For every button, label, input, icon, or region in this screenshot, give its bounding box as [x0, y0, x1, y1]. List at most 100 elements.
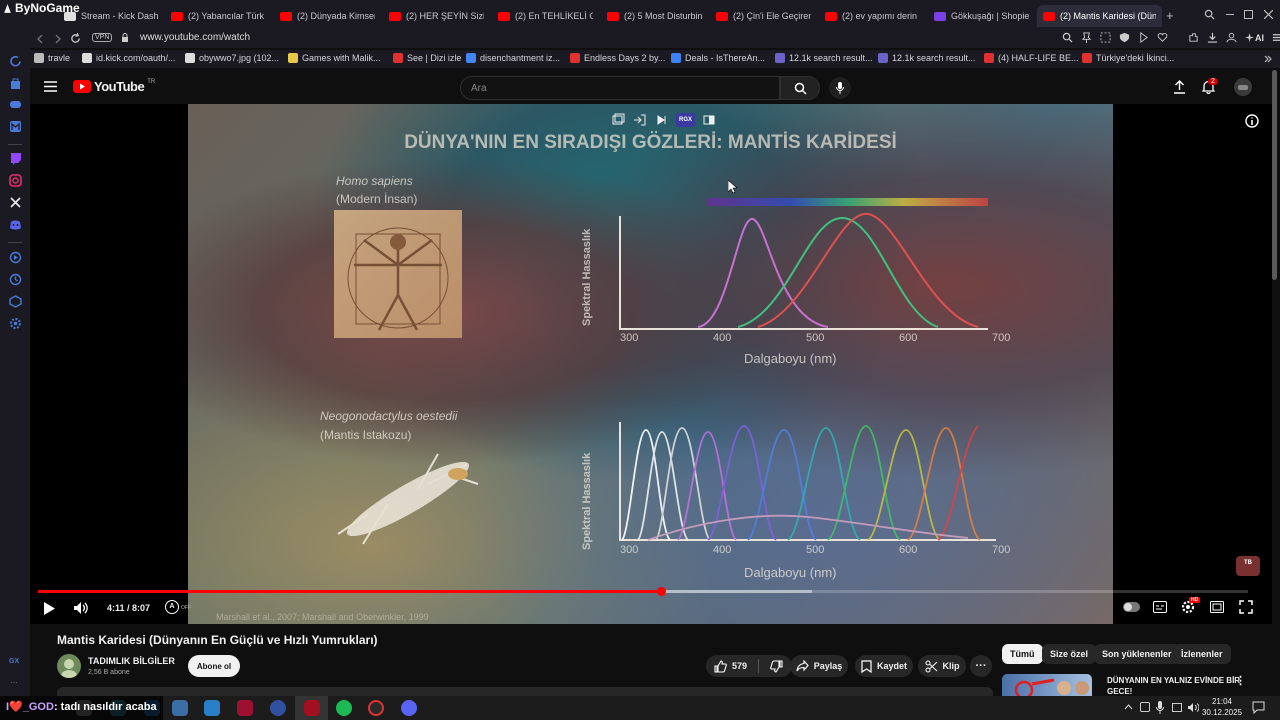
url-field[interactable]: www.youtube.com/watch [140, 32, 250, 43]
ai-toggle[interactable]: A [165, 600, 179, 614]
popout-icon[interactable] [610, 112, 626, 128]
tab[interactable]: (2) Mantis Karidesi (Dünya [1037, 5, 1162, 27]
clip-button[interactable]: Klip [918, 655, 966, 677]
tab[interactable]: (2) Yabancılar Türk K [165, 5, 272, 27]
taskbar-app-icon[interactable] [237, 700, 253, 716]
taskbar-app-icon[interactable] [270, 700, 286, 716]
channel-avatar[interactable] [57, 654, 81, 678]
progress-scrubber[interactable] [657, 587, 667, 596]
menu-icon[interactable] [1272, 32, 1280, 43]
bookmark-item[interactable]: obywwo7.jpg (102... [185, 53, 279, 63]
split-icon[interactable] [701, 112, 717, 128]
game-icon[interactable] [9, 98, 22, 111]
forward-icon[interactable] [54, 35, 62, 43]
bookmarks-more-icon[interactable] [1264, 55, 1272, 63]
tab[interactable]: Stream - Kick Dashboard [58, 5, 165, 27]
tab[interactable]: (2) Çin'i Ele Geçiren [710, 5, 817, 27]
tab[interactable]: (2) ev yapımı derin p [819, 5, 926, 27]
avatar[interactable] [1234, 78, 1252, 96]
clock-date[interactable]: 30.12.2025 [1200, 708, 1244, 717]
downloads-icon[interactable] [1207, 32, 1218, 43]
save-button[interactable]: Kaydet [855, 655, 913, 677]
minimize-icon[interactable] [1226, 14, 1234, 15]
skip-icon[interactable] [654, 112, 670, 128]
recommendation-menu-icon[interactable]: ⋮ [1235, 674, 1246, 687]
bookmark-item[interactable]: Endless Days 2 by... [570, 53, 665, 63]
profile-icon[interactable] [1226, 32, 1237, 43]
description-box[interactable] [57, 687, 993, 696]
clock-time[interactable]: 21:04 [1205, 697, 1239, 706]
tab[interactable]: (2) HER ŞEYİN Sizi Ö [383, 5, 490, 27]
filter-chip[interactable]: Size özel [1042, 644, 1097, 664]
bookmark-item[interactable]: Games with Malik... [288, 53, 381, 63]
volume-icon[interactable] [73, 601, 89, 615]
bookmark-item[interactable]: 12.1k search result... [878, 53, 976, 63]
tray-expand-icon[interactable] [1124, 703, 1133, 711]
spotify-icon[interactable] [336, 700, 352, 716]
youtube-logo[interactable]: YouTube TR [73, 79, 155, 94]
maximize-icon[interactable] [1244, 10, 1253, 19]
taskbar-app-icon[interactable] [204, 700, 220, 716]
instagram-icon[interactable] [9, 174, 22, 187]
discord-icon[interactable] [9, 218, 22, 231]
upload-icon[interactable] [1173, 80, 1186, 94]
filter-chip[interactable]: İzlenenler [1173, 644, 1231, 664]
taskbar-explorer-icon[interactable] [172, 700, 188, 716]
bookmark-item[interactable]: See | Dizi izle [393, 53, 461, 63]
player-icon[interactable] [9, 251, 22, 264]
cube-icon[interactable] [9, 295, 22, 308]
x-icon[interactable] [9, 196, 22, 209]
subscribe-button[interactable]: Abone ol [188, 655, 240, 677]
hamburger-icon[interactable] [44, 81, 57, 92]
video-player[interactable]: DÜNYA'NIN EN SIRADIŞI GÖZLERİ: MANTİS KA… [30, 104, 1272, 624]
settings-icon[interactable] [9, 317, 22, 330]
like-count[interactable]: 579 [732, 661, 747, 671]
new-tab-button[interactable]: + [1166, 8, 1174, 23]
vpn-badge[interactable]: VPN [92, 33, 113, 42]
autoplay-toggle[interactable] [1123, 602, 1140, 612]
discord-taskbar-icon[interactable] [401, 700, 417, 716]
subtitles-icon[interactable] [1153, 601, 1167, 613]
reload-icon[interactable] [70, 33, 81, 44]
bookmark-item[interactable]: (4) HALF-LIFE BE... [984, 53, 1079, 63]
share-button[interactable]: Paylaş [790, 655, 848, 677]
recommendation-title[interactable]: DÜNYANIN EN YALNIZ EVİNDE BİR GECE! [1107, 675, 1247, 696]
m-app-icon[interactable] [9, 120, 22, 133]
twitch-icon[interactable] [9, 152, 22, 165]
taskbar-app-icon[interactable] [368, 700, 384, 716]
more-icon[interactable]: ··· [10, 678, 18, 687]
filter-chip[interactable]: Son yüklenenler [1094, 644, 1180, 664]
tab-search-icon[interactable] [1204, 9, 1215, 20]
screenshot-icon[interactable] [1100, 32, 1111, 43]
search-input[interactable]: Ara [460, 76, 780, 100]
pin-icon[interactable] [1081, 32, 1092, 43]
ai-extension[interactable]: AI [1245, 33, 1264, 43]
shield-icon[interactable] [1119, 32, 1130, 43]
filter-chip[interactable]: Tümü [1002, 644, 1043, 664]
zoom-icon[interactable] [1062, 32, 1073, 43]
bookmark-item[interactable]: id.kick.com/oauth/... [82, 53, 176, 63]
search-button[interactable] [780, 76, 820, 100]
lock-icon[interactable] [121, 33, 129, 43]
bookmark-item[interactable]: Deals - IsThereAn... [671, 53, 765, 63]
refresh-sidebar-icon[interactable] [9, 55, 22, 68]
tab[interactable]: (2) 5 Most Disturbing [601, 5, 708, 27]
heart-icon[interactable] [1157, 32, 1168, 43]
tray-mic-icon[interactable] [1156, 701, 1164, 714]
back-icon[interactable] [36, 35, 44, 43]
extensions-icon[interactable] [1188, 32, 1199, 43]
tab[interactable]: (2) En TEHLİKELİ Gö [492, 5, 599, 27]
recommendation-thumbnail[interactable] [1002, 674, 1092, 696]
exit-icon[interactable] [632, 112, 648, 128]
bag-icon[interactable] [9, 77, 22, 90]
info-icon[interactable] [1245, 114, 1259, 128]
close-window-icon[interactable] [1264, 10, 1273, 19]
tab[interactable]: (2) Dünyada Kimsenin [274, 5, 381, 27]
notification-center-icon[interactable] [1252, 701, 1265, 714]
page-scrollbar[interactable] [1272, 70, 1277, 280]
opera-gx-icon[interactable] [304, 700, 320, 716]
like-icon[interactable] [714, 659, 727, 673]
rgx-button[interactable]: RGX [676, 113, 696, 127]
tray-app-icon[interactable] [1140, 702, 1150, 712]
bookmark-item[interactable]: travle [34, 53, 70, 63]
